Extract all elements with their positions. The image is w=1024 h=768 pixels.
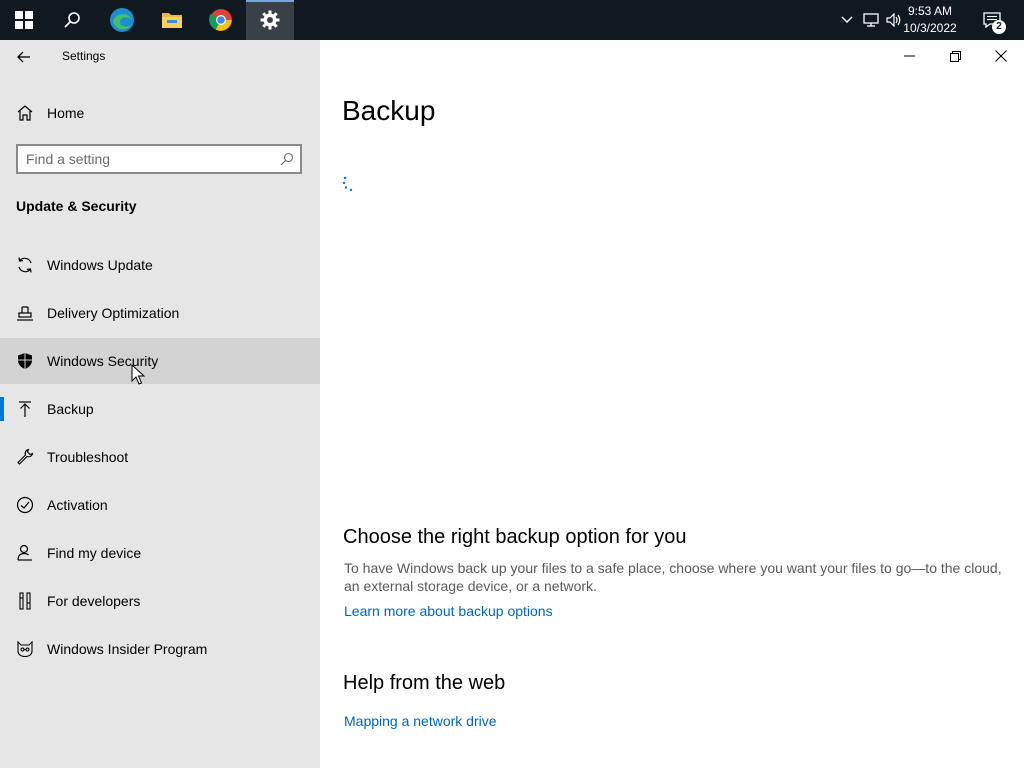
taskbar-search-button[interactable] [48, 0, 96, 40]
nav-item-label: Delivery Optimization [47, 305, 180, 321]
back-button[interactable] [10, 46, 38, 68]
nav-item-label: Find my device [47, 545, 142, 561]
mouse-cursor-icon [131, 364, 145, 385]
network-icon [863, 13, 879, 27]
nav-find-my-device[interactable]: Find my device [0, 530, 320, 576]
network-button[interactable] [861, 0, 881, 40]
learn-more-link[interactable]: Learn more about backup options [344, 603, 553, 619]
nav-item-label: For developers [47, 593, 141, 609]
home-icon [15, 103, 35, 123]
choose-backup-description: To have Windows back up your files to a … [344, 560, 1002, 594]
choose-backup-heading: Choose the right backup option for you [343, 526, 687, 548]
settings-icon [260, 10, 280, 30]
minimize-button[interactable] [886, 40, 932, 72]
mapping-network-drive-link[interactable]: Mapping a network drive [344, 713, 497, 729]
nav-item-label: Windows Insider Program [47, 641, 208, 657]
help-from-web-heading: Help from the web [343, 672, 506, 694]
insider-cat-icon [15, 639, 35, 659]
developer-tools-icon [15, 591, 35, 611]
delivery-optimization-icon [15, 303, 35, 323]
file-explorer-icon [162, 13, 182, 28]
taskbar-clock[interactable]: 9:53 AM 10/3/2022 [895, 3, 965, 37]
restore-button[interactable] [932, 40, 978, 72]
settings-sidebar: Settings Home Update & Security Windo [0, 40, 320, 768]
nav-delivery-optimization[interactable]: Delivery Optimization [0, 290, 320, 336]
nav-item-label: Backup [47, 401, 94, 417]
edge-button[interactable] [98, 0, 146, 40]
nav-item-label: Troubleshoot [47, 449, 129, 465]
clock-time: 9:53 AM [907, 4, 953, 18]
chrome-button[interactable] [197, 0, 245, 40]
nav-activation[interactable]: Activation [0, 482, 320, 528]
wrench-icon [15, 447, 35, 467]
minimize-icon [903, 55, 915, 57]
loading-spinner-icon [342, 176, 353, 192]
nav-backup[interactable]: Backup [0, 386, 320, 432]
window-title: Settings [62, 49, 106, 63]
nav-home-label: Home [47, 105, 85, 121]
section-title: Update & Security [16, 198, 137, 214]
page-title: Backup [342, 95, 436, 126]
nav-troubleshoot[interactable]: Troubleshoot [0, 434, 320, 480]
show-hidden-icons-button[interactable] [838, 0, 856, 40]
settings-taskbar-button[interactable] [246, 0, 294, 40]
person-location-icon [15, 543, 35, 563]
restore-icon [949, 50, 961, 62]
search-icon [64, 12, 80, 28]
nav-windows-update[interactable]: Windows Update [0, 242, 320, 288]
back-arrow-icon [17, 51, 30, 63]
close-button[interactable] [978, 40, 1024, 72]
nav-for-developers[interactable]: For developers [0, 578, 320, 624]
nav-item-label: Windows Update [47, 257, 153, 273]
clock-date: 10/3/2022 [903, 21, 957, 35]
taskbar: 9:53 AM 10/3/2022 2 [0, 0, 1024, 40]
check-circle-icon [15, 495, 35, 515]
edge-icon [110, 8, 134, 32]
search-icon [280, 152, 294, 166]
find-setting-search[interactable] [16, 144, 302, 174]
start-button[interactable] [0, 0, 48, 40]
nav-home[interactable]: Home [0, 90, 320, 136]
chevron-up-icon [841, 16, 853, 23]
close-icon [995, 50, 1007, 62]
notification-count-badge: 2 [992, 20, 1006, 34]
shield-icon [15, 351, 35, 371]
backup-arrow-icon [15, 399, 35, 419]
file-explorer-button[interactable] [148, 0, 196, 40]
nav-windows-insider[interactable]: Windows Insider Program [0, 626, 320, 672]
nav-windows-security[interactable]: Windows Security [0, 338, 320, 384]
windows-logo-icon [15, 11, 33, 29]
chrome-icon [209, 9, 232, 31]
sync-icon [15, 255, 35, 275]
nav-item-label: Activation [47, 497, 108, 513]
find-setting-input[interactable] [26, 150, 266, 168]
settings-content-pane: Backup Choose the right backup option fo… [320, 40, 1024, 768]
